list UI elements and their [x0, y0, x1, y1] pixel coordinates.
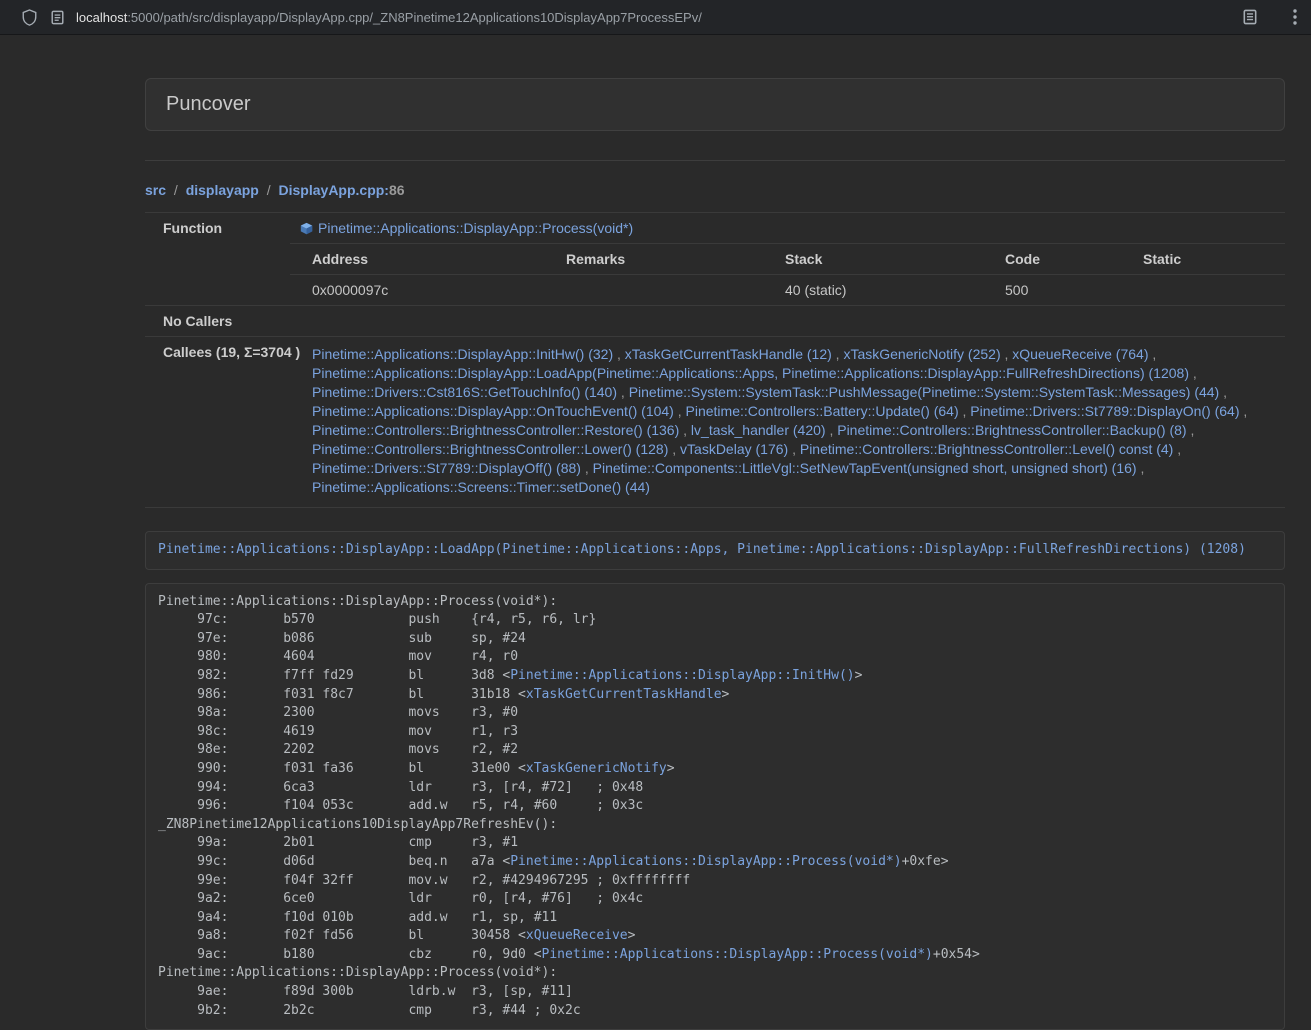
callee-separator: , — [1189, 365, 1197, 381]
empty-cell — [145, 243, 290, 274]
breadcrumb-link[interactable]: src — [145, 182, 166, 198]
callee-link[interactable]: Pinetime::Controllers::BrightnessControl… — [312, 441, 668, 457]
callee-link[interactable]: xTaskGetCurrentTaskHandle (12) — [625, 346, 832, 362]
callee-link[interactable]: vTaskDelay (176) — [680, 441, 788, 457]
disassembly-symbol-link[interactable]: xTaskGetCurrentTaskHandle — [526, 687, 722, 702]
breadcrumb-separator: / — [259, 182, 279, 198]
metrics-value-row: 0x0000097c 40 (static)500 — [300, 275, 1285, 305]
metrics-value — [566, 275, 785, 305]
page-title: Puncover — [166, 93, 251, 115]
page-container: Puncover src / displayapp / DisplayApp.c… — [145, 78, 1285, 1030]
divider — [145, 160, 1285, 161]
highlighted-symbol-box: Pinetime::Applications::DisplayApp::Load… — [145, 531, 1285, 570]
callee-link[interactable]: Pinetime::Controllers::BrightnessControl… — [837, 422, 1186, 438]
callee-separator: , — [959, 403, 971, 419]
callee-link[interactable]: xQueueReceive (764) — [1012, 346, 1148, 362]
callees-label: Callees (19, Σ=3704 ) — [145, 336, 290, 507]
callee-separator: , — [617, 384, 629, 400]
menu-dots-icon[interactable] — [1293, 9, 1297, 25]
breadcrumb: src / displayapp / DisplayApp.cpp:86 — [145, 182, 1285, 198]
disassembly-pre: Pinetime::Applications::DisplayApp::Proc… — [145, 583, 1285, 1030]
callee-separator: , — [679, 422, 691, 438]
shield-icon[interactable] — [22, 9, 37, 26]
callee-link[interactable]: Pinetime::Drivers::St7789::DisplayOn() (… — [970, 403, 1239, 419]
reader-mode-icon[interactable] — [1243, 9, 1257, 25]
callee-link[interactable]: Pinetime::Applications::Screens::Timer::… — [312, 479, 650, 495]
callee-link[interactable]: Pinetime::Controllers::Battery::Update()… — [686, 403, 959, 419]
url-bar[interactable]: localhost:5000/path/src/displayapp/Displ… — [76, 10, 702, 25]
no-callers-row: No Callers — [145, 305, 1285, 336]
url-host: localhost — [76, 10, 127, 25]
function-table: Function Pinetime::Applications::Display… — [145, 212, 1285, 508]
callees-list: Pinetime::Applications::DisplayApp::Init… — [290, 336, 1285, 507]
callee-separator: , — [668, 441, 680, 457]
function-label: Function — [145, 212, 290, 243]
metrics-column-header: Remarks — [566, 244, 785, 274]
callees-row: Callees (19, Σ=3704 ) Pinetime::Applicat… — [145, 336, 1285, 507]
breadcrumb-link[interactable]: displayapp — [186, 182, 259, 198]
function-row: Function Pinetime::Applications::Display… — [145, 212, 1285, 243]
function-name-link[interactable]: Pinetime::Applications::DisplayApp::Proc… — [318, 220, 633, 236]
callee-link[interactable]: Pinetime::Applications::DisplayApp::Load… — [312, 365, 1189, 381]
breadcrumb-separator: / — [166, 182, 186, 198]
browser-topbar: localhost:5000/path/src/displayapp/Displ… — [0, 0, 1311, 35]
metrics-column-header: Address — [300, 244, 566, 274]
breadcrumb-line-number: 86 — [389, 182, 405, 198]
callee-link[interactable]: Pinetime::Applications::DisplayApp::OnTo… — [312, 403, 674, 419]
page-icon — [51, 10, 64, 25]
disassembly-symbol-link[interactable]: Pinetime::Applications::DisplayApp::Proc… — [510, 854, 901, 869]
page-title-box: Puncover — [145, 78, 1285, 131]
no-callers-label: No Callers — [145, 305, 290, 336]
function-icon — [300, 222, 313, 235]
url-path: :5000/path/src/displayapp/DisplayApp.cpp… — [127, 10, 702, 25]
metrics-value-row-wrap: 0x0000097c 40 (static)500 — [145, 274, 1285, 305]
callee-separator: , — [1148, 346, 1156, 362]
callee-link[interactable]: Pinetime::Components::LittleVgl::SetNewT… — [593, 460, 1137, 476]
metrics-header-row: AddressRemarksStackCodeStatic — [300, 244, 1285, 274]
disassembly-symbol-link[interactable]: xTaskGenericNotify — [526, 761, 667, 776]
callee-separator: , — [581, 460, 593, 476]
empty-cell — [145, 274, 290, 305]
metrics-value: 40 (static) — [785, 275, 1005, 305]
callee-separator: , — [1137, 460, 1145, 476]
disassembly-symbol-link[interactable]: Pinetime::Applications::DisplayApp::Proc… — [542, 947, 933, 962]
callee-link[interactable]: xTaskGenericNotify (252) — [843, 346, 1000, 362]
callee-link[interactable]: Pinetime::System::SystemTask::PushMessag… — [629, 384, 1220, 400]
disassembly-symbol-link[interactable]: xQueueReceive — [526, 928, 628, 943]
callee-link[interactable]: Pinetime::Controllers::BrightnessControl… — [800, 441, 1173, 457]
callee-separator: , — [1001, 346, 1013, 362]
callee-separator: , — [826, 422, 838, 438]
callee-separator: , — [832, 346, 844, 362]
callee-separator: , — [1187, 422, 1195, 438]
metrics-value: 500 — [1005, 275, 1143, 305]
breadcrumb-link[interactable]: DisplayApp.cpp: — [279, 182, 389, 198]
metrics-column-header: Stack — [785, 244, 1005, 274]
metrics-header-row-wrap: AddressRemarksStackCodeStatic — [145, 243, 1285, 274]
callee-separator: , — [674, 403, 686, 419]
callee-link[interactable]: Pinetime::Drivers::St7789::DisplayOff() … — [312, 460, 581, 476]
disassembly-symbol-link[interactable]: Pinetime::Applications::DisplayApp::Init… — [510, 668, 854, 683]
metrics-value — [1143, 275, 1285, 305]
metrics-value: 0x0000097c — [300, 275, 566, 305]
callee-separator: , — [788, 441, 800, 457]
metrics-column-header: Static — [1143, 244, 1285, 274]
callee-separator: , — [1219, 384, 1227, 400]
callee-link[interactable]: Pinetime::Drivers::Cst816S::GetTouchInfo… — [312, 384, 617, 400]
highlighted-symbol-link[interactable]: Pinetime::Applications::DisplayApp::Load… — [158, 542, 1246, 557]
metrics-column-header: Code — [1005, 244, 1143, 274]
callee-separator: , — [613, 346, 625, 362]
callee-link[interactable]: Pinetime::Applications::DisplayApp::Init… — [312, 346, 613, 362]
callee-link[interactable]: Pinetime::Controllers::BrightnessControl… — [312, 422, 679, 438]
callee-separator: , — [1173, 441, 1181, 457]
callee-separator: , — [1240, 403, 1248, 419]
callee-link[interactable]: lv_task_handler (420) — [691, 422, 826, 438]
